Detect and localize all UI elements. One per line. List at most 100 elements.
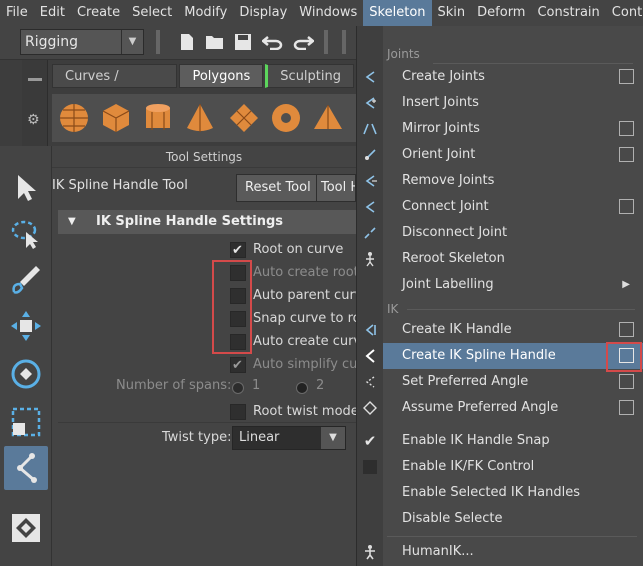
menu-windows[interactable]: Windows <box>293 0 363 26</box>
option-box[interactable] <box>619 400 634 415</box>
menu-item-create-joints[interactable]: Create Joints <box>383 64 643 90</box>
menu-select[interactable]: Select <box>126 0 178 26</box>
menu-item-remove-joints[interactable]: Remove Joints <box>383 168 643 194</box>
checkbox[interactable] <box>230 356 246 376</box>
pyramid-icon[interactable] <box>312 102 344 134</box>
option-box[interactable] <box>619 147 634 162</box>
status-line: Rigging ▼ <box>0 26 356 60</box>
lasso-tool-icon[interactable] <box>4 212 48 256</box>
menu-display[interactable]: Display <box>233 0 293 26</box>
cube-icon[interactable] <box>100 102 132 134</box>
menu-skeleton[interactable]: Skeleton <box>363 0 432 26</box>
twist-type-select[interactable]: Linear ▼ <box>232 426 346 450</box>
menu-item-humanik[interactable]: HumanIK... <box>383 539 643 565</box>
submenu-arrow-icon: ▶ <box>622 279 630 290</box>
menu-item-enable-selected-ik-handles[interactable]: Enable Selected IK Handles <box>383 480 643 506</box>
option-box[interactable] <box>619 374 634 389</box>
menu-item-disconnect-joint[interactable]: Disconnect Joint <box>383 220 643 246</box>
menu-control[interactable]: Control <box>606 0 643 26</box>
paint-select-tool-icon[interactable] <box>4 258 48 302</box>
cone-icon[interactable] <box>184 102 216 134</box>
rotate-tool-icon[interactable] <box>4 352 48 396</box>
panel-title: Tool Settings <box>52 146 356 168</box>
spans-radio-2[interactable] <box>296 382 308 394</box>
shelf-tabs: Curves / Surfaces Polygons Sculpting <box>52 64 356 108</box>
tab-sculpting[interactable]: Sculpting <box>265 64 354 88</box>
menu-constrain[interactable]: Constrain <box>531 0 605 26</box>
menu-item-label: Create IK Handle <box>402 322 512 337</box>
save-icon[interactable] <box>232 31 254 53</box>
spans-radio-1[interactable] <box>232 382 244 394</box>
humanik-icon <box>361 543 379 561</box>
redo-icon[interactable] <box>292 31 314 53</box>
scale-tool-icon[interactable] <box>4 400 48 444</box>
menu-item-disable-selected-ik-handles[interactable]: Disable Selecte <box>383 506 643 532</box>
menu-item-label: Connect Joint <box>402 199 489 214</box>
disconnect-joint-icon <box>361 224 379 242</box>
menu-item-enable-ikfk-control[interactable]: Enable IK/FK Control <box>383 454 643 480</box>
spans-option-1: 1 <box>252 378 261 393</box>
menu-item-reroot-skeleton[interactable]: Reroot Skeleton <box>383 246 643 272</box>
divider <box>407 309 635 310</box>
reset-tool-button[interactable]: Reset Tool <box>236 174 320 202</box>
menu-item-set-preferred-angle[interactable]: Set Preferred Angle <box>383 369 643 395</box>
open-folder-icon[interactable] <box>204 31 226 53</box>
gear-icon[interactable]: ⚙ <box>27 112 40 128</box>
menu-item-joint-labelling[interactable]: Joint Labelling ▶ <box>383 272 643 298</box>
menu-file[interactable]: File <box>0 0 34 26</box>
option-label: Root on curve <box>253 242 344 257</box>
menu-item-create-ik-handle[interactable]: Create IK Handle <box>383 317 643 343</box>
mode-select-value: Rigging <box>25 34 79 50</box>
menu-item-insert-joints[interactable]: Insert Joints <box>383 90 643 116</box>
menu-deform[interactable]: Deform <box>471 0 531 26</box>
menu-item-label: Enable IK Handle Snap <box>402 433 550 448</box>
menu-create[interactable]: Create <box>71 0 126 26</box>
tool-help-button[interactable]: Tool H <box>316 174 356 202</box>
menu-item-label: Disable Selecte <box>402 511 503 526</box>
menu-item-create-ik-spline-handle[interactable]: Create IK Spline Handle <box>383 343 643 369</box>
torus-icon[interactable] <box>270 102 302 134</box>
tool-name: IK Spline Handle Tool <box>52 178 188 193</box>
mode-select[interactable]: Rigging ▼ <box>20 29 144 55</box>
menu-item-label: Set Preferred Angle <box>402 374 529 389</box>
menu-item-label: Disconnect Joint <box>402 225 508 240</box>
menu-item-connect-joint[interactable]: Connect Joint <box>383 194 643 220</box>
create-ik-handle-icon <box>361 321 379 339</box>
layout-icon[interactable] <box>4 506 48 550</box>
skeleton-menu: Joints Create Joints Insert Joints Mirro… <box>356 26 643 566</box>
menu-edit[interactable]: Edit <box>34 0 71 26</box>
menu-item-enable-ik-handle-snap[interactable]: Enable IK Handle Snap <box>383 428 643 454</box>
tool-settings-panel: Tool Settings IK Spline Handle Tool Rese… <box>52 146 371 566</box>
select-tool-icon[interactable] <box>4 166 48 210</box>
create-joints-icon <box>361 68 379 86</box>
undo-icon[interactable] <box>262 31 284 53</box>
checkbox[interactable] <box>230 241 246 261</box>
menu-skin[interactable]: Skin <box>432 0 472 26</box>
option-box[interactable] <box>619 322 634 337</box>
menu-icon[interactable] <box>28 78 42 81</box>
move-tool-icon[interactable] <box>4 304 48 348</box>
option-box[interactable] <box>619 199 634 214</box>
set-preferred-angle-icon <box>361 373 379 391</box>
tab-polygons[interactable]: Polygons <box>179 64 264 88</box>
connect-joint-icon <box>361 198 379 216</box>
triangle-down-icon: ▼ <box>68 216 76 227</box>
tab-curves-surfaces[interactable]: Curves / Surfaces <box>52 64 178 108</box>
new-scene-icon[interactable] <box>176 31 198 53</box>
section-header[interactable]: ▼ IK Spline Handle Settings <box>58 210 356 234</box>
menu-item-mirror-joints[interactable]: Mirror Joints <box>383 116 643 142</box>
plane-icon[interactable] <box>228 102 260 134</box>
option-box[interactable] <box>619 121 634 136</box>
create-ik-spline-handle-icon <box>361 347 379 365</box>
option-box[interactable] <box>619 69 634 84</box>
ik-spline-tool-icon[interactable] <box>4 446 48 490</box>
menu-item-orient-joint[interactable]: Orient Joint <box>383 142 643 168</box>
checkbox[interactable] <box>230 404 246 420</box>
spans-option-2: 2 <box>316 378 325 393</box>
menu-modify[interactable]: Modify <box>178 0 233 26</box>
group-label-ik: IK <box>387 302 399 316</box>
menu-item-assume-preferred-angle[interactable]: Assume Preferred Angle <box>383 395 643 421</box>
sphere-icon[interactable] <box>58 102 90 134</box>
remove-joints-icon <box>361 172 379 190</box>
cylinder-icon[interactable] <box>142 102 174 134</box>
